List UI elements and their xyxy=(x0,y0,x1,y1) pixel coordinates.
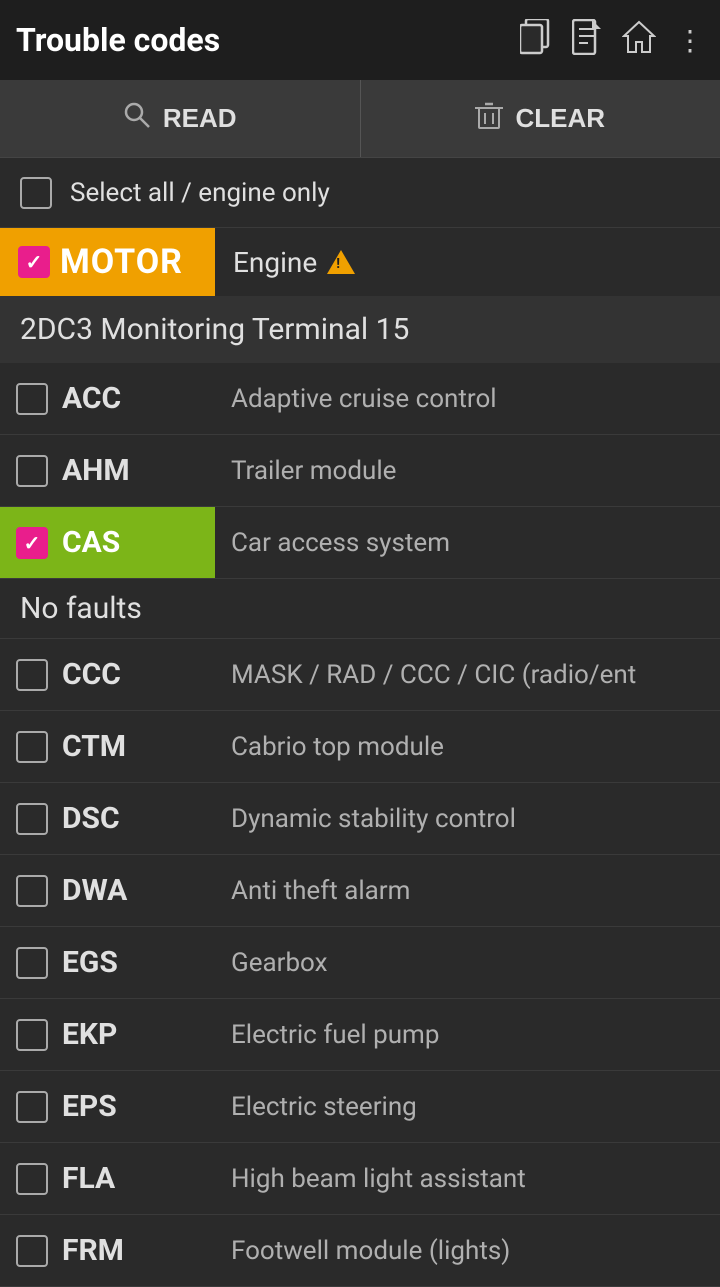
acc-code: ACC xyxy=(62,381,121,416)
dwa-description: Anti theft alarm xyxy=(215,876,410,906)
dsc-description: Dynamic stability control xyxy=(215,804,516,834)
list-item[interactable]: EKP Electric fuel pump xyxy=(0,999,720,1071)
motor-header: MOTOR Engine xyxy=(0,228,720,296)
no-faults-label: No faults xyxy=(0,579,720,639)
ahm-checkbox[interactable] xyxy=(16,455,48,487)
clear-button[interactable]: CLEAR xyxy=(361,80,720,157)
page-title: Trouble codes xyxy=(16,21,520,59)
list-item[interactable]: CCC MASK / RAD / CCC / CIC (radio/ent xyxy=(0,639,720,711)
home-icon[interactable] xyxy=(622,20,656,61)
list-item[interactable]: DWA Anti theft alarm xyxy=(0,855,720,927)
list-item[interactable]: FLA High beam light assistant xyxy=(0,1143,720,1215)
ahm-description: Trailer module xyxy=(215,456,396,486)
list-item[interactable]: EPS Electric steering xyxy=(0,1071,720,1143)
list-item[interactable]: AHM Trailer module xyxy=(0,435,720,507)
ccc-description: MASK / RAD / CCC / CIC (radio/ent xyxy=(215,660,636,690)
action-bar: READ CLEAR xyxy=(0,80,720,158)
list-item[interactable]: CTM Cabrio top module xyxy=(0,711,720,783)
ctm-code-area: CTM xyxy=(0,711,215,782)
motor-label: MOTOR xyxy=(60,242,183,282)
egs-checkbox[interactable] xyxy=(16,947,48,979)
egs-code-area: EGS xyxy=(0,927,215,998)
frm-code-area: FRM xyxy=(0,1215,215,1286)
cas-list-item[interactable]: CAS Car access system xyxy=(0,507,720,579)
ekp-code: EKP xyxy=(62,1017,117,1052)
fla-code: FLA xyxy=(62,1161,115,1196)
ctm-description: Cabrio top module xyxy=(215,732,444,762)
eps-description: Electric steering xyxy=(215,1092,417,1122)
ccc-code: CCC xyxy=(62,657,121,692)
motor-checkbox[interactable] xyxy=(18,246,50,278)
frm-checkbox[interactable] xyxy=(16,1235,48,1267)
select-all-checkbox[interactable] xyxy=(20,177,52,209)
cas-code-area: CAS xyxy=(0,507,215,578)
ahm-code: AHM xyxy=(62,453,130,488)
list-item[interactable]: ACC Adaptive cruise control xyxy=(0,363,720,435)
dsc-checkbox[interactable] xyxy=(16,803,48,835)
document-icon[interactable] xyxy=(572,19,602,62)
eps-code-area: EPS xyxy=(0,1071,215,1142)
cas-description: Car access system xyxy=(215,528,450,558)
ekp-code-area: EKP xyxy=(0,999,215,1070)
ccc-code-area: CCC xyxy=(0,639,215,710)
read-button[interactable]: READ xyxy=(0,80,361,157)
cas-code: CAS xyxy=(62,525,120,560)
ekp-description: Electric fuel pump xyxy=(215,1020,439,1050)
motor-description: Engine xyxy=(215,246,355,279)
delete-icon xyxy=(475,100,503,137)
frm-description: Footwell module (lights) xyxy=(215,1236,510,1266)
acc-description: Adaptive cruise control xyxy=(215,384,497,414)
select-all-row[interactable]: Select all / engine only xyxy=(0,158,720,228)
dwa-checkbox[interactable] xyxy=(16,875,48,907)
motor-desc-text: Engine xyxy=(233,246,317,279)
frm-code: FRM xyxy=(62,1233,124,1268)
motor-badge[interactable]: MOTOR xyxy=(0,228,215,296)
app-header: Trouble codes ⋮ xyxy=(0,0,720,80)
acc-code-area: ACC xyxy=(0,363,215,434)
dwa-code-area: DWA xyxy=(0,855,215,926)
ctm-code: CTM xyxy=(62,729,126,764)
ccc-checkbox[interactable] xyxy=(16,659,48,691)
select-all-label: Select all / engine only xyxy=(70,178,330,208)
dwa-code: DWA xyxy=(62,873,127,908)
dsc-code-area: DSC xyxy=(0,783,215,854)
acc-checkbox[interactable] xyxy=(16,383,48,415)
warning-icon xyxy=(327,250,355,274)
clear-label: CLEAR xyxy=(515,103,605,134)
read-label: READ xyxy=(163,103,237,134)
search-icon xyxy=(123,101,151,136)
eps-code: EPS xyxy=(62,1089,117,1124)
list-item[interactable]: DSC Dynamic stability control xyxy=(0,783,720,855)
ctm-checkbox[interactable] xyxy=(16,731,48,763)
fla-description: High beam light assistant xyxy=(215,1164,526,1194)
fla-code-area: FLA xyxy=(0,1143,215,1214)
dsc-code: DSC xyxy=(62,801,120,836)
egs-code: EGS xyxy=(62,945,118,980)
ekp-checkbox[interactable] xyxy=(16,1019,48,1051)
copy-icon[interactable] xyxy=(520,19,552,62)
egs-description: Gearbox xyxy=(215,948,328,978)
section-title: 2DC3 Monitoring Terminal 15 xyxy=(0,296,720,363)
cas-checkbox[interactable] xyxy=(16,527,48,559)
ahm-code-area: AHM xyxy=(0,435,215,506)
more-icon[interactable]: ⋮ xyxy=(676,24,704,57)
eps-checkbox[interactable] xyxy=(16,1091,48,1123)
list-item[interactable]: FRM Footwell module (lights) xyxy=(0,1215,720,1287)
header-icons: ⋮ xyxy=(520,19,704,62)
list-item[interactable]: EGS Gearbox xyxy=(0,927,720,999)
fla-checkbox[interactable] xyxy=(16,1163,48,1195)
